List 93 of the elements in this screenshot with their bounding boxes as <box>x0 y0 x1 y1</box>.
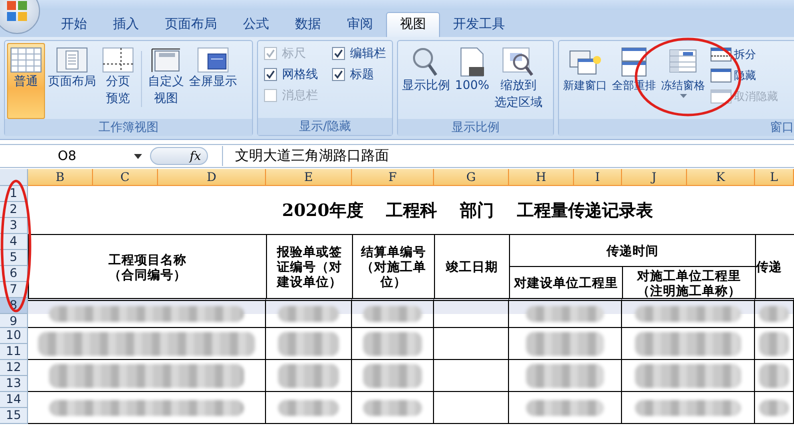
check-icon <box>266 70 275 79</box>
blurred-text <box>278 332 340 356</box>
page-break-icon <box>102 47 134 73</box>
column-header[interactable]: B <box>28 169 93 186</box>
header-text: 对建设单位工程里 <box>514 275 618 290</box>
blurred-text <box>363 306 422 322</box>
header-text: 对施工单位工程里 <box>637 268 741 282</box>
check-icon <box>334 70 343 79</box>
header-text: 传递时间 <box>606 243 658 258</box>
blurred-text <box>278 306 340 322</box>
column-header[interactable]: F <box>352 169 434 186</box>
hide-icon <box>710 68 732 83</box>
header-text: （合同编号） <box>108 266 186 282</box>
ribbon-tab[interactable]: 开始 <box>48 13 100 37</box>
page-icon <box>56 47 88 73</box>
arrange-windows-icon <box>619 47 649 77</box>
window-icon <box>150 47 182 73</box>
ribbon-button[interactable]: 新建窗口 <box>561 43 609 119</box>
row-header[interactable]: 5 <box>0 250 28 266</box>
ribbon-button[interactable]: 冻结窗格 <box>659 43 707 119</box>
row-header[interactable]: 9 <box>0 314 28 328</box>
blurred-text <box>759 306 789 322</box>
checkbox[interactable]: 标题 <box>332 66 386 83</box>
row-header[interactable]: 13 <box>0 376 28 392</box>
group-label: 显示比例 <box>398 119 553 136</box>
column-header[interactable]: L <box>755 169 794 186</box>
blurred-text <box>759 400 789 416</box>
group-label: 工作簿视图 <box>5 119 252 136</box>
header-text: （注明施工单称） <box>637 282 741 298</box>
blurred-text <box>278 364 340 388</box>
column-header[interactable]: I <box>574 169 622 186</box>
fx-button[interactable]: fx <box>150 147 208 165</box>
full-screen-icon <box>197 47 229 73</box>
check-icon <box>266 49 275 58</box>
row-header[interactable]: 12 <box>0 360 28 376</box>
row-header[interactable]: 10 <box>0 328 28 344</box>
column-header[interactable]: D <box>158 169 266 186</box>
ribbon-tab[interactable]: 开发工具 <box>440 13 518 37</box>
ribbon-tab[interactable]: 数据 <box>282 13 334 37</box>
column-header[interactable]: E <box>266 169 352 186</box>
ribbon-tab[interactable]: 插入 <box>100 13 152 37</box>
row-header[interactable]: 3 <box>0 218 28 234</box>
ribbon-button[interactable]: 缩放到 选定区域 <box>492 43 544 119</box>
blurred-text <box>278 400 340 416</box>
column-header[interactable]: G <box>434 169 509 186</box>
column-header[interactable]: J <box>622 169 687 186</box>
checkbox[interactable]: 网格线 <box>264 66 318 83</box>
header-text: 证编号（对 <box>277 259 342 274</box>
ribbon-tab[interactable]: 审阅 <box>334 13 386 37</box>
unhide-icon <box>710 89 732 104</box>
name-box[interactable]: O8 <box>0 146 150 166</box>
header-text: 工程项目名称 <box>108 252 186 266</box>
group-label: 窗口 <box>559 119 794 136</box>
blurred-text <box>363 400 422 416</box>
ribbon-button[interactable]: 页面布局 <box>46 43 98 119</box>
row-header[interactable]: 15 <box>0 408 28 424</box>
zoom-selection-icon <box>502 47 534 77</box>
row-header[interactable]: 11 <box>0 344 28 360</box>
sheet-title: 2020年度 工程科 部门 工程量传递记录表 <box>281 200 654 222</box>
row-header[interactable]: 14 <box>0 392 28 408</box>
formula-field[interactable]: 文明大道三角湖路口路面 <box>222 146 794 166</box>
column-header[interactable]: K <box>687 169 755 186</box>
ribbon-button[interactable]: 显示比例 <box>400 43 452 119</box>
header-text: 结算单编号 <box>361 244 426 259</box>
checkbox[interactable]: 编辑栏 <box>332 45 386 62</box>
ribbon-tab[interactable]: 视图 <box>386 12 440 37</box>
check-icon <box>334 49 343 58</box>
ribbon-button[interactable]: 分页 预览 <box>99 43 137 119</box>
ribbon-tab[interactable]: 页面布局 <box>152 13 230 37</box>
blurred-text <box>363 364 422 388</box>
header-text: 建设单位） <box>277 274 342 289</box>
header-text: 传递 <box>756 259 782 274</box>
row-header[interactable]: 6 <box>0 266 28 282</box>
header-text: 报验单或签 <box>277 244 342 259</box>
grid-icon <box>10 47 42 73</box>
blurred-text <box>759 332 789 356</box>
ribbon-button[interactable]: 全屏显示 <box>187 43 239 119</box>
ribbon-button[interactable]: 自定义 视图 <box>146 43 186 119</box>
select-all-corner[interactable] <box>0 169 28 186</box>
group-label: 显示/隐藏 <box>258 118 392 135</box>
blurred-text <box>759 364 789 388</box>
header-text: 位） <box>380 274 406 289</box>
column-header[interactable]: C <box>93 169 158 186</box>
caret-icon <box>680 94 686 98</box>
column-header[interactable]: H <box>509 169 574 186</box>
ribbon-button[interactable]: 拆分 <box>710 47 778 62</box>
ribbon-button[interactable]: 普通 <box>7 43 45 119</box>
blurred-text <box>363 332 422 356</box>
header-text: （对施工单 <box>361 259 426 274</box>
caret-icon <box>134 154 142 158</box>
ribbon-button[interactable]: 100% <box>453 43 492 119</box>
header-text: 竣工日期 <box>446 259 498 274</box>
ribbon-tab[interactable]: 公式 <box>230 13 282 37</box>
